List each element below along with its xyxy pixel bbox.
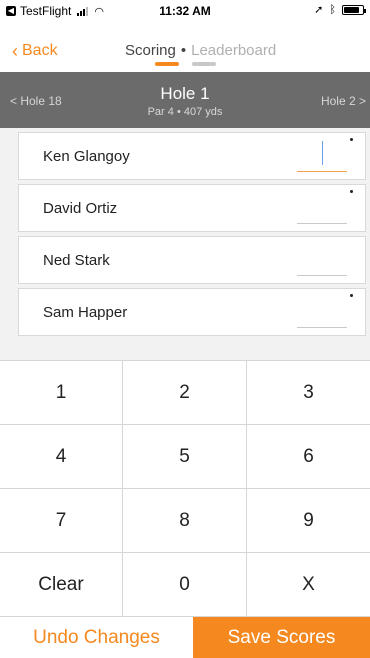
x-key[interactable]: X <box>247 553 370 617</box>
segment-control: Scoring • Leaderboard <box>125 42 276 59</box>
key-2[interactable]: 2 <box>123 361 247 425</box>
score-input[interactable] <box>297 171 347 172</box>
player-row[interactable]: Sam Happer <box>18 288 366 336</box>
tab-scoring[interactable]: Scoring <box>125 42 176 59</box>
player-name: David Ortiz <box>43 200 118 217</box>
next-hole-button[interactable]: Hole 2 > <box>321 94 366 108</box>
back-label: Back <box>22 42 58 59</box>
marker-dot-icon <box>350 294 353 297</box>
key-0[interactable]: 0 <box>123 553 247 617</box>
key-7[interactable]: 7 <box>0 489 123 553</box>
back-button[interactable]: ‹ Back <box>12 42 58 60</box>
keypad: 1 2 3 4 5 6 7 8 9 Clear 0 X <box>0 360 370 617</box>
undo-changes-button[interactable]: Undo Changes <box>0 617 193 658</box>
page-indicator-inactive <box>192 62 216 66</box>
player-name: Sam Happer <box>43 304 128 321</box>
status-bar: ◀ TestFlight ◠ 11:32 AM ➚ ᛒ <box>0 0 370 20</box>
key-5[interactable]: 5 <box>123 425 247 489</box>
nav-bar: ‹ Back Scoring • Leaderboard <box>0 20 370 72</box>
player-name: Ken Glangoy <box>43 148 130 165</box>
score-input[interactable] <box>297 223 347 224</box>
save-scores-button[interactable]: Save Scores <box>193 617 370 658</box>
score-input[interactable] <box>297 327 347 328</box>
page-indicator-active <box>155 62 179 66</box>
key-1[interactable]: 1 <box>0 361 123 425</box>
segment-separator: • <box>180 42 187 59</box>
bluetooth-icon: ᛒ <box>329 3 336 16</box>
battery-icon <box>342 4 366 15</box>
tab-leaderboard[interactable]: Leaderboard <box>191 42 276 59</box>
location-icon: ➚ <box>314 4 324 16</box>
player-row[interactable]: Ken Glangoy <box>18 132 366 180</box>
key-8[interactable]: 8 <box>123 489 247 553</box>
player-row[interactable]: David Ortiz <box>18 184 366 232</box>
key-9[interactable]: 9 <box>247 489 370 553</box>
key-4[interactable]: 4 <box>0 425 123 489</box>
hole-subtitle: Par 4 • 407 yds <box>147 106 223 118</box>
player-list: Ken Glangoy David Ortiz Ned Stark Sam Ha… <box>0 128 370 360</box>
battery-level <box>344 6 359 13</box>
hole-title: Hole 1 <box>160 84 210 103</box>
marker-dot-icon <box>350 138 353 141</box>
player-name: Ned Stark <box>43 252 110 269</box>
text-cursor <box>322 141 323 165</box>
clear-key[interactable]: Clear <box>0 553 123 617</box>
player-row[interactable]: Ned Stark <box>18 236 366 284</box>
key-6[interactable]: 6 <box>247 425 370 489</box>
key-3[interactable]: 3 <box>247 361 370 425</box>
marker-dot-icon <box>350 190 353 193</box>
status-right: ➚ ᛒ <box>314 3 366 16</box>
hole-header: < Hole 18 Hole 1 Par 4 • 407 yds Hole 2 … <box>0 72 370 128</box>
score-input[interactable] <box>297 275 347 276</box>
chevron-left-icon: ‹ <box>12 41 18 61</box>
